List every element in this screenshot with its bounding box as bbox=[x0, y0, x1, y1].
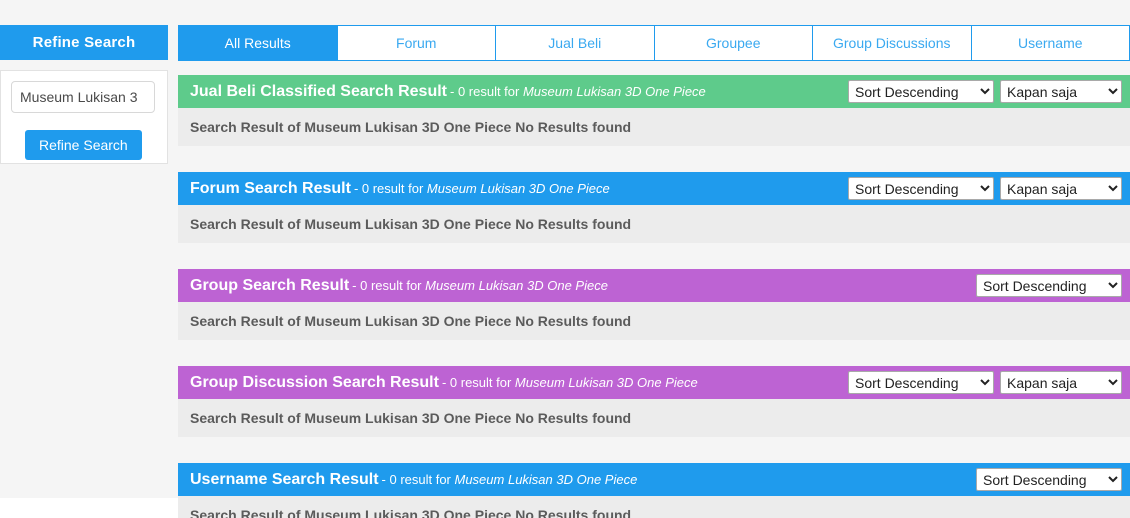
tab-all-results[interactable]: All Results bbox=[178, 25, 338, 61]
result-block: Jual Beli Classified Search Result - 0 re… bbox=[178, 75, 1130, 146]
sort-order-select[interactable]: Sort DescendingSort Ascending bbox=[976, 274, 1122, 297]
result-body-text: Search Result of Museum Lukisan 3D One P… bbox=[178, 205, 1130, 243]
result-block: Group Search Result - 0 result for Museum… bbox=[178, 269, 1130, 340]
refine-search-button[interactable]: Refine Search bbox=[25, 130, 142, 160]
result-controls: Sort DescendingSort Ascending bbox=[976, 468, 1122, 491]
sort-order-select[interactable]: Sort DescendingSort Ascending bbox=[848, 177, 994, 200]
result-count-prefix: - 0 result for bbox=[352, 278, 426, 293]
result-query-term: Museum Lukisan 3D One Piece bbox=[454, 472, 638, 487]
result-count-text: - 0 result for Museum Lukisan 3D One Pie… bbox=[442, 375, 698, 390]
tab-label: Forum bbox=[396, 35, 437, 51]
sort-order-select[interactable]: Sort DescendingSort Ascending bbox=[848, 371, 994, 394]
result-query-term: Museum Lukisan 3D One Piece bbox=[426, 181, 610, 196]
result-header: Username Search Result - 0 result for Mus… bbox=[178, 463, 1130, 496]
result-header: Group Search Result - 0 result for Museum… bbox=[178, 269, 1130, 302]
result-controls: Sort DescendingSort Ascending Kapan saja bbox=[848, 371, 1122, 394]
refine-search-input[interactable] bbox=[11, 81, 155, 113]
result-block: Group Discussion Search Result - 0 result… bbox=[178, 366, 1130, 437]
sort-order-select[interactable]: Sort DescendingSort Ascending bbox=[976, 468, 1122, 491]
tab-group-discussions[interactable]: Group Discussions bbox=[813, 25, 972, 61]
result-count-text: - 0 result for Museum Lukisan 3D One Pie… bbox=[382, 472, 638, 487]
result-title: Jual Beli Classified Search Result bbox=[190, 82, 447, 100]
sidebar-header: Refine Search bbox=[0, 25, 168, 60]
sort-order-select[interactable]: Sort DescendingSort Ascending bbox=[848, 80, 994, 103]
tab-label: Username bbox=[1017, 35, 1083, 51]
result-body-text: Search Result of Museum Lukisan 3D One P… bbox=[178, 399, 1130, 437]
tab-label: Jual Beli bbox=[548, 35, 602, 51]
time-range-select[interactable]: Kapan saja bbox=[1000, 371, 1122, 394]
result-controls: Sort DescendingSort Ascending Kapan saja bbox=[848, 177, 1122, 200]
result-header: Group Discussion Search Result - 0 result… bbox=[178, 366, 1130, 399]
result-count-text: - 0 result for Museum Lukisan 3D One Pie… bbox=[450, 84, 706, 99]
result-title: Forum Search Result bbox=[190, 179, 351, 197]
result-query-term: Museum Lukisan 3D One Piece bbox=[425, 278, 608, 293]
result-header: Forum Search Result - 0 result for Museum… bbox=[178, 172, 1130, 205]
tab-groupee[interactable]: Groupee bbox=[654, 25, 813, 61]
result-body-text: Search Result of Museum Lukisan 3D One P… bbox=[178, 496, 1130, 518]
result-body-text: Search Result of Museum Lukisan 3D One P… bbox=[178, 108, 1130, 146]
result-count-prefix: - 0 result for bbox=[353, 181, 427, 196]
result-count-text: - 0 result for Museum Lukisan 3D One Pie… bbox=[354, 181, 610, 196]
result-controls: Sort DescendingSort Ascending bbox=[976, 274, 1122, 297]
result-controls: Sort DescendingSort Ascending Kapan saja bbox=[848, 80, 1122, 103]
result-count-prefix: - 0 result for bbox=[441, 375, 515, 390]
result-title: Group Search Result bbox=[190, 276, 350, 294]
results-tab-bar: All Results Forum Jual Beli Groupee Group Di… bbox=[178, 25, 1130, 61]
result-count-prefix: - 0 result for bbox=[381, 472, 455, 487]
tab-label: Groupee bbox=[706, 35, 761, 51]
refine-search-sidebar: Refine Search Refine Search bbox=[0, 25, 168, 164]
result-title: Username Search Result bbox=[190, 470, 379, 488]
tab-jual-beli[interactable]: Jual Beli bbox=[496, 25, 655, 61]
result-body-text: Search Result of Museum Lukisan 3D One P… bbox=[178, 302, 1130, 340]
time-range-select[interactable]: Kapan saja bbox=[1000, 177, 1122, 200]
tab-forum[interactable]: Forum bbox=[337, 25, 496, 61]
tab-label: All Results bbox=[224, 35, 291, 51]
result-block: Username Search Result - 0 result for Mus… bbox=[178, 463, 1130, 518]
result-title: Group Discussion Search Result bbox=[190, 373, 439, 391]
search-results-page: Refine Search Refine Search All Results F… bbox=[0, 0, 1130, 518]
result-query-term: Museum Lukisan 3D One Piece bbox=[522, 84, 706, 99]
sidebar-panel: Refine Search bbox=[0, 70, 168, 164]
result-query-term: Museum Lukisan 3D One Piece bbox=[514, 375, 698, 390]
result-count-text: - 0 result for Museum Lukisan 3D One Pie… bbox=[352, 278, 608, 293]
tab-label: Group Discussions bbox=[833, 35, 951, 51]
results-list: Jual Beli Classified Search Result - 0 re… bbox=[178, 75, 1130, 518]
time-range-select[interactable]: Kapan saja bbox=[1000, 80, 1122, 103]
result-header: Jual Beli Classified Search Result - 0 re… bbox=[178, 75, 1130, 108]
tab-username[interactable]: Username bbox=[971, 25, 1130, 61]
result-block: Forum Search Result - 0 result for Museum… bbox=[178, 172, 1130, 243]
result-count-prefix: - 0 result for bbox=[450, 84, 523, 99]
